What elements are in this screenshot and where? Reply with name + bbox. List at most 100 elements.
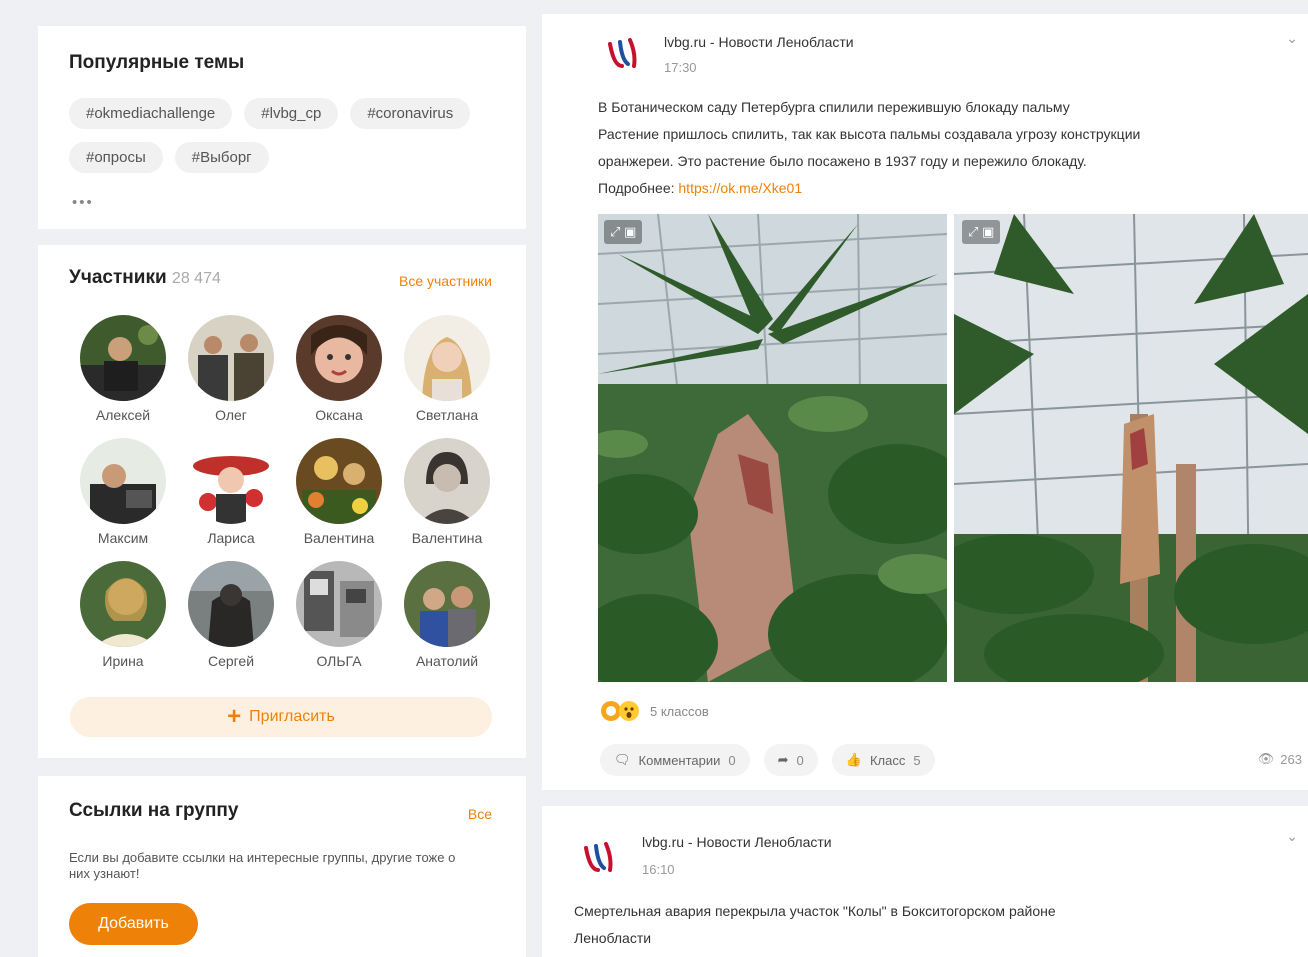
member-name: Лариса: [207, 530, 255, 546]
comments-count: 0: [728, 752, 736, 768]
share-icon: ➦: [777, 752, 789, 767]
member-name: Светлана: [415, 407, 479, 423]
tags-list: #okmediachallenge #lvbg_cp #coronavirus …: [69, 98, 509, 173]
feed-post: lvbg.ru - Новости Ленобласти 17:30 ⌄ В Б…: [542, 14, 1308, 790]
member-name: ОЛЬГА: [316, 653, 362, 669]
expand-icon[interactable]: ⤢ ▣: [604, 220, 643, 244]
member-avatar: [404, 561, 490, 647]
member-name: Ирина: [102, 653, 144, 669]
reactions-summary[interactable]: 5 классов: [600, 700, 709, 722]
group-links-description: Если вы добавите ссылки на интересные гр…: [69, 850, 456, 881]
member-card[interactable]: Ирина: [69, 561, 177, 670]
tag-lvbg-cp[interactable]: #lvbg_cp: [244, 98, 339, 129]
member-card[interactable]: Лариса: [177, 438, 285, 547]
add-link-button[interactable]: Добавить: [69, 903, 198, 945]
tag-okmediachallenge[interactable]: #okmediachallenge: [69, 98, 233, 129]
member-card[interactable]: Анатолий: [393, 561, 501, 670]
member-avatar: [404, 438, 490, 524]
members-card: Участники 28 474 Все участники Алексей О…: [38, 245, 526, 758]
member-avatar: [296, 561, 382, 647]
member-avatar: [404, 315, 490, 401]
member-card[interactable]: Валентина: [285, 438, 393, 547]
group-links-card: Ссылки на группу Все Если вы добавите сс…: [38, 776, 526, 957]
member-card[interactable]: Сергей: [177, 561, 285, 670]
post-link[interactable]: https://ok.me/Xke01: [678, 180, 802, 196]
member-card[interactable]: Светлана: [393, 315, 501, 424]
members-grid: Алексей Олег Оксана Светлана Максим Лари…: [69, 315, 501, 670]
member-avatar: [80, 438, 166, 524]
member-name: Оксана: [315, 407, 363, 423]
popular-topics-card: Популярные темы #okmediachallenge #lvbg_…: [38, 26, 526, 229]
lvbg-logo-icon[interactable]: [604, 34, 644, 74]
member-name: Валентина: [411, 530, 483, 546]
reactions-count: 5 классов: [650, 703, 709, 719]
all-members-link[interactable]: Все участники: [399, 273, 492, 289]
more-topics-button[interactable]: •••: [72, 194, 94, 211]
member-card[interactable]: Максим: [69, 438, 177, 547]
comments-button[interactable]: 🗨 Комментарии 0: [600, 744, 750, 776]
members-count: 28 474: [171, 270, 221, 287]
member-card[interactable]: Алексей: [69, 315, 177, 424]
like-button[interactable]: 👍 Класс 5: [831, 744, 935, 776]
post-more-row: Подробнее: https://ok.me/Xke01: [598, 175, 1298, 202]
member-avatar: [188, 438, 274, 524]
shares-count: 0: [796, 752, 804, 768]
member-name: Валентина: [303, 530, 375, 546]
members-header: Участники 28 474: [69, 267, 221, 289]
member-card[interactable]: Оксана: [285, 315, 393, 424]
chevron-down-icon[interactable]: ⌄: [1286, 828, 1298, 845]
post-photo[interactable]: ⤢ ▣: [598, 214, 947, 682]
member-name: Максим: [97, 530, 149, 546]
wow-reaction-icon: [619, 701, 639, 721]
views-counter: 👁 263: [1258, 751, 1302, 767]
post-text-line: Растение пришлось спилить, так как высот…: [598, 126, 1141, 142]
member-name: Анатолий: [415, 653, 479, 669]
member-name: Олег: [215, 407, 247, 423]
post-text-line: Смертельная авария перекрыла участок "Ко…: [574, 903, 1056, 919]
member-card[interactable]: ОЛЬГА: [285, 561, 393, 670]
tag-vyborg[interactable]: #Выборг: [174, 142, 269, 173]
like-icon: 👍: [845, 752, 862, 767]
post-text: В Ботаническом саду Петербурга спилили п…: [598, 94, 1298, 202]
member-avatar: [80, 315, 166, 401]
member-avatar: [188, 561, 274, 647]
post-author[interactable]: lvbg.ru - Новости Ленобласти: [664, 34, 854, 50]
post-text-line: Ленобласти: [574, 930, 652, 946]
all-links-link[interactable]: Все: [468, 806, 492, 822]
invite-label: Пригласить: [249, 708, 335, 725]
group-links-title: Ссылки на группу: [69, 800, 239, 821]
member-avatar: [80, 561, 166, 647]
post-actions: 🗨 Комментарии 0 ➦ 0 👍 Класс 5: [600, 744, 935, 776]
member-avatar: [188, 315, 274, 401]
lvbg-logo-icon[interactable]: [580, 838, 620, 878]
likes-label: Класс: [869, 752, 906, 768]
post-author[interactable]: lvbg.ru - Новости Ленобласти: [642, 834, 832, 850]
member-avatar: [296, 438, 382, 524]
share-button[interactable]: ➦ 0: [763, 744, 818, 776]
palm-greenhouse-photo: [598, 214, 947, 682]
member-name: Алексей: [95, 407, 151, 423]
members-title: Участники: [69, 267, 167, 288]
eye-icon: 👁: [1257, 751, 1275, 766]
post-time: 17:30: [664, 60, 697, 75]
plus-icon: +: [227, 703, 242, 730]
comment-icon: 🗨: [614, 752, 631, 767]
likes-count: 5: [913, 752, 921, 768]
tag-coronavirus[interactable]: #coronavirus: [350, 98, 471, 129]
feed-post: lvbg.ru - Новости Ленобласти 16:10 ⌄ Сме…: [542, 806, 1308, 957]
member-avatar: [296, 315, 382, 401]
post-more-label: Подробнее:: [598, 180, 675, 196]
expand-icon[interactable]: ⤢ ▣: [962, 220, 1001, 244]
member-card[interactable]: Олег: [177, 315, 285, 424]
chevron-down-icon[interactable]: ⌄: [1286, 30, 1298, 47]
invite-button[interactable]: + Пригласить: [70, 697, 492, 737]
comments-label: Комментарии: [638, 752, 721, 768]
member-card[interactable]: Валентина: [393, 438, 501, 547]
tag-oprosy[interactable]: #опросы: [69, 142, 163, 173]
post-text: Смертельная авария перекрыла участок "Ко…: [574, 898, 1284, 952]
post-photo[interactable]: ⤢ ▣: [954, 214, 1308, 682]
member-name: Сергей: [207, 653, 255, 669]
views-count: 263: [1280, 751, 1302, 767]
post-text-line: В Ботаническом саду Петербурга спилили п…: [598, 99, 1070, 115]
popular-topics-title: Популярные темы: [69, 52, 245, 73]
